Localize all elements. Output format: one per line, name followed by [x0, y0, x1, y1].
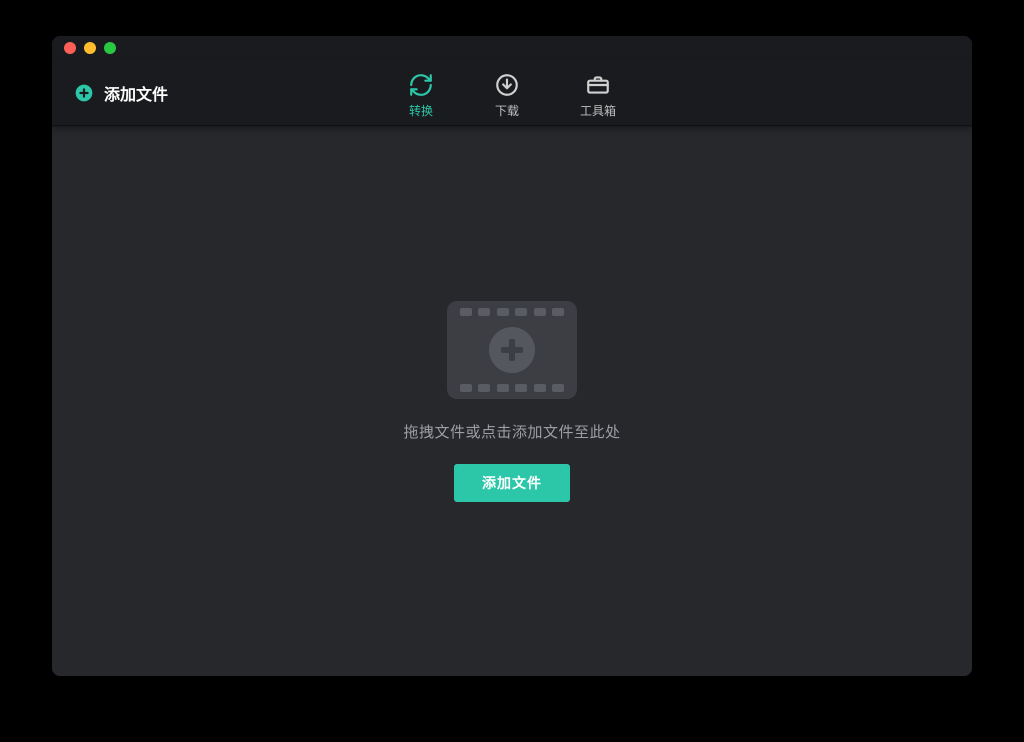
tab-download[interactable]: 下载: [494, 72, 520, 125]
plus-icon: [489, 327, 535, 373]
minimize-window-button[interactable]: [84, 42, 96, 54]
main-toolbar: 添加文件 转换 下载: [52, 60, 972, 126]
window-controls: [64, 42, 116, 54]
add-file-button[interactable]: 添加文件: [454, 464, 570, 502]
tabs-container: 转换 下载 工具箱: [408, 60, 616, 125]
filmstrip-plus-icon[interactable]: [447, 301, 577, 399]
tab-download-label: 下载: [495, 102, 519, 119]
content-area: 拖拽文件或点击添加文件至此处 添加文件: [52, 126, 972, 676]
close-window-button[interactable]: [64, 42, 76, 54]
tab-toolbox[interactable]: 工具箱: [580, 72, 616, 125]
filmstrip-sprockets-top: [447, 308, 577, 316]
tab-convert-label: 转换: [409, 102, 433, 119]
download-icon: [494, 72, 520, 98]
tab-toolbox-label: 工具箱: [580, 102, 616, 119]
convert-icon: [408, 72, 434, 98]
window-titlebar: [52, 36, 972, 60]
tab-convert[interactable]: 转换: [408, 72, 434, 125]
filmstrip-sprockets-bottom: [447, 384, 577, 392]
dropzone-hint: 拖拽文件或点击添加文件至此处: [403, 421, 620, 442]
add-file-top-label: 添加文件: [104, 81, 168, 105]
toolbox-icon: [585, 72, 611, 98]
add-file-button-top[interactable]: 添加文件: [74, 81, 168, 105]
plus-circle-icon: [74, 83, 94, 103]
maximize-window-button[interactable]: [104, 42, 116, 54]
app-window: 添加文件 转换 下载: [52, 36, 972, 676]
